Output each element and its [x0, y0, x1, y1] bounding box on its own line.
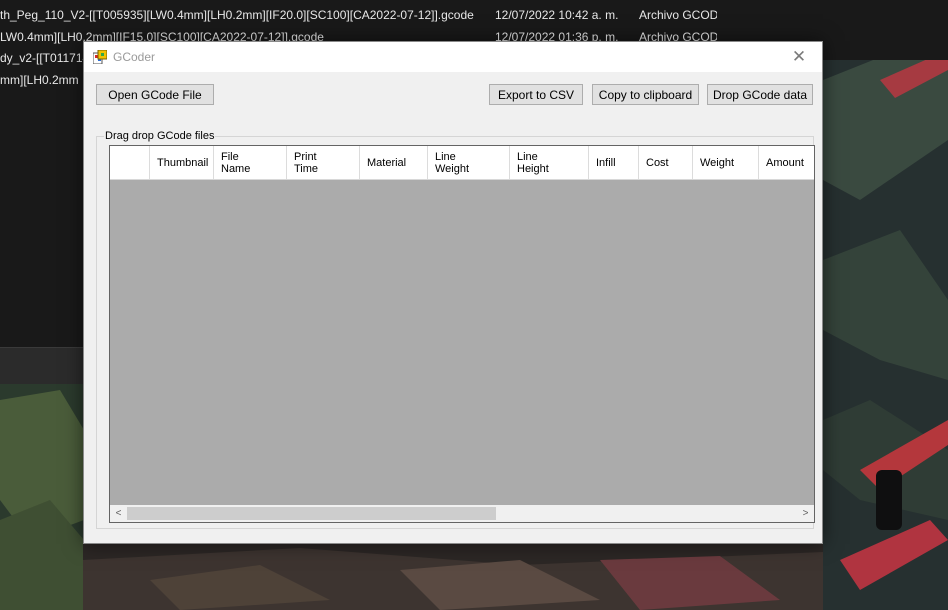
gcoder-window: GCoder ✕ Open GCode File Export to CSV C… — [83, 41, 823, 544]
chevron-right-icon: > — [802, 508, 809, 519]
drop-zone-group[interactable]: Drag drop GCode files Thumbnail File Nam… — [96, 128, 815, 529]
gcode-data-grid[interactable]: Thumbnail File Name Print Time Material … — [109, 145, 815, 523]
explorer-status-bar — [0, 347, 84, 384]
column-header-line-height[interactable]: Line Height — [510, 146, 589, 179]
copy-to-clipboard-button[interactable]: Copy to clipboard — [592, 84, 699, 105]
drop-zone-label: Drag drop GCode files — [104, 128, 216, 144]
export-csv-button[interactable]: Export to CSV — [489, 84, 583, 105]
column-header-line-weight[interactable]: Line Weight — [428, 146, 510, 179]
column-header-print-time[interactable]: Print Time — [287, 146, 360, 179]
horizontal-scrollbar[interactable]: < > — [110, 505, 814, 522]
column-header-thumbnail[interactable]: Thumbnail — [150, 146, 214, 179]
column-header-cost[interactable]: Cost — [639, 146, 693, 179]
explorer-row[interactable]: th_Peg_110_V2-[[T005935][LW0.4mm][LH0.2m… — [0, 4, 948, 26]
column-header-file-name[interactable]: File Name — [214, 146, 287, 179]
explorer-file-name: dy_v2-[[T011714] — [0, 51, 84, 65]
explorer-file-list-left: dy_v2-[[T011714] mm][LH0.2mm — [0, 51, 84, 347]
scrollbar-thumb[interactable] — [127, 507, 496, 520]
explorer-file-name: mm][LH0.2mm — [0, 73, 79, 87]
app-icon — [93, 50, 107, 64]
open-gcode-file-button[interactable]: Open GCode File — [96, 84, 214, 105]
explorer-file-type: Archivo GCOD — [639, 8, 717, 22]
title-bar[interactable]: GCoder ✕ — [84, 42, 822, 72]
close-button[interactable]: ✕ — [776, 42, 822, 72]
column-header-material[interactable]: Material — [360, 146, 428, 179]
close-icon: ✕ — [791, 47, 807, 66]
explorer-file-name: th_Peg_110_V2-[[T005935][LW0.4mm][LH0.2m… — [0, 8, 474, 22]
drop-gcode-data-button[interactable]: Drop GCode data — [707, 84, 813, 105]
column-header-infill[interactable]: Infill — [589, 146, 639, 179]
window-title: GCoder — [113, 50, 156, 64]
scroll-right-button[interactable]: > — [797, 505, 814, 522]
explorer-file-date: 12/07/2022 10:42 a. m. — [495, 8, 619, 22]
column-header-weight[interactable]: Weight — [693, 146, 759, 179]
scroll-left-button[interactable]: < — [110, 505, 127, 522]
column-header-amount[interactable]: Amount — [759, 146, 814, 179]
grid-header-row: Thumbnail File Name Print Time Material … — [110, 146, 814, 180]
column-header-row-selector[interactable] — [110, 146, 150, 179]
chevron-left-icon: < — [115, 508, 122, 519]
